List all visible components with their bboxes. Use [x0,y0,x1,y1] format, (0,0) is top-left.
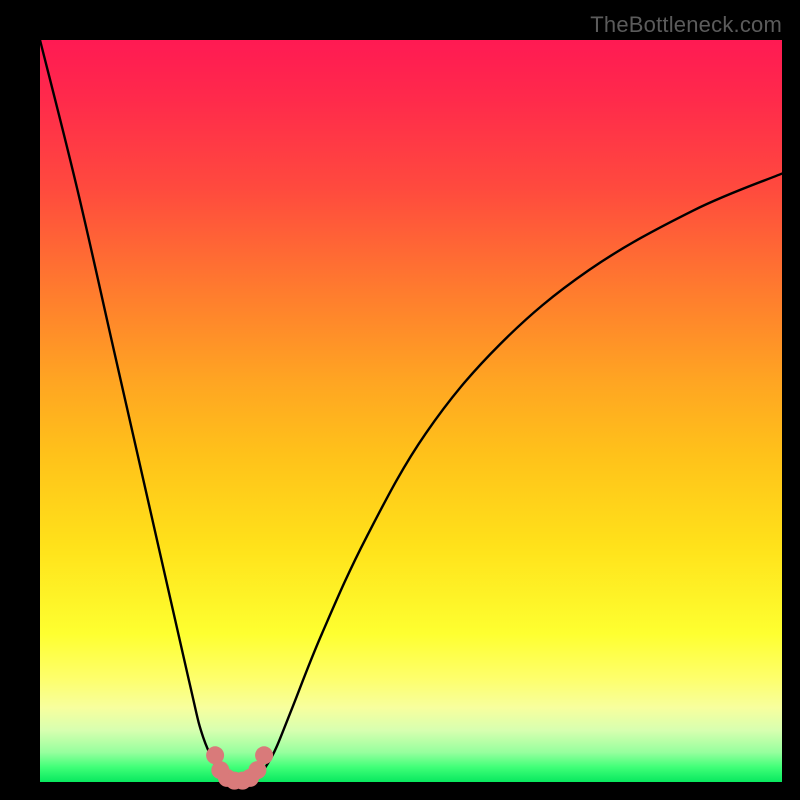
bottleneck-curve [40,40,782,782]
trough-marker [255,746,273,764]
trough-markers [206,746,273,789]
watermark-text: TheBottleneck.com [590,12,782,38]
chart-frame: TheBottleneck.com [0,0,800,800]
plot-area [40,40,782,782]
curve-layer [40,40,782,782]
